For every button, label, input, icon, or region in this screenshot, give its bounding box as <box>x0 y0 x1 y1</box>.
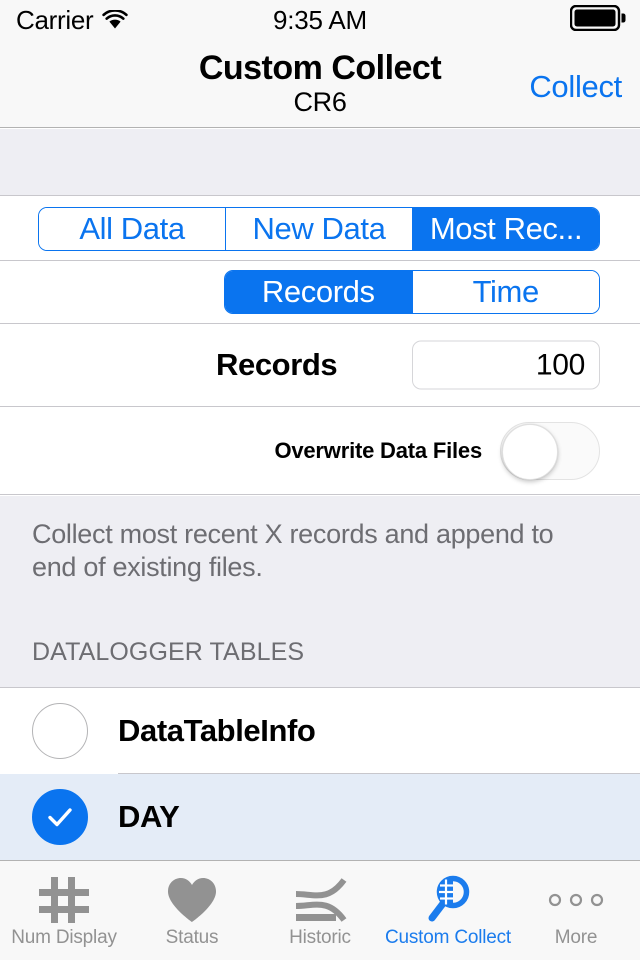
page-title: Custom Collect <box>198 49 442 88</box>
tab-more[interactable]: More <box>512 861 640 960</box>
datalogger-tables-list: DataTableInfo DAY <box>0 687 640 860</box>
hash-grid-icon <box>33 876 95 923</box>
top-spacer-section <box>0 129 640 196</box>
tab-label: Num Display <box>11 926 117 948</box>
tab-status[interactable]: Status <box>128 861 256 960</box>
collect-unit-segmented-control[interactable]: Records Time <box>224 270 600 314</box>
tab-label: Historic <box>289 926 351 948</box>
magnifier-grid-icon <box>417 875 479 923</box>
segment-most-recent[interactable]: Most Rec... <box>413 208 599 250</box>
collect-button[interactable]: Collect <box>529 68 622 104</box>
checkbox-unchecked-icon[interactable] <box>32 703 88 759</box>
settings-group: All Data New Data Most Rec... Records Ti… <box>0 197 640 496</box>
navigation-bar: Custom Collect CR6 Collect <box>0 40 640 128</box>
tab-num-display[interactable]: Num Display <box>0 861 128 960</box>
three-dots-icon <box>545 877 607 923</box>
crossing-lines-chart-icon <box>289 877 351 923</box>
collect-mode-row: All Data New Data Most Rec... <box>0 197 640 261</box>
tab-bar: Num Display Status Historic Custom Colle… <box>0 860 640 960</box>
tab-historic[interactable]: Historic <box>256 861 384 960</box>
tab-label: More <box>554 926 598 948</box>
datalogger-tables-header: DATALOGGER TABLES <box>32 638 305 666</box>
heart-icon <box>161 877 223 923</box>
tab-custom-collect[interactable]: Custom Collect <box>384 861 512 960</box>
segment-all-data[interactable]: All Data <box>39 208 226 250</box>
records-row: Records 100 <box>0 324 640 407</box>
collect-mode-segmented-control[interactable]: All Data New Data Most Rec... <box>38 207 600 251</box>
description-text: Collect most recent X records and append… <box>32 519 554 583</box>
segment-records[interactable]: Records <box>225 271 413 313</box>
segment-time[interactable]: Time <box>412 271 599 313</box>
status-bar-right <box>569 0 626 40</box>
overwrite-data-files-toggle[interactable] <box>500 421 600 480</box>
table-row-label: DataTableInfo <box>118 713 316 748</box>
overwrite-data-files-label: Overwrite Data Files <box>274 437 482 463</box>
tab-label: Custom Collect <box>384 926 512 948</box>
table-row-label: DAY <box>118 799 180 834</box>
segment-new-data[interactable]: New Data <box>226 208 413 250</box>
records-label: Records <box>216 347 338 382</box>
tab-label: Status <box>165 926 219 948</box>
table-row[interactable]: DAY <box>0 774 640 860</box>
page-subtitle: CR6 <box>293 87 347 118</box>
overwrite-data-files-row: Overwrite Data Files <box>0 407 640 495</box>
battery-full-icon <box>569 4 626 36</box>
checkbox-checked-icon[interactable] <box>32 789 88 845</box>
description-section: Collect most recent X records and append… <box>0 496 640 687</box>
status-bar: Carrier 9:35 AM <box>0 0 640 40</box>
table-row[interactable]: DataTableInfo <box>0 688 640 774</box>
status-bar-time: 9:35 AM <box>273 4 367 35</box>
toggle-knob <box>502 423 558 480</box>
collect-unit-row: Records Time <box>0 261 640 324</box>
app-screen: Carrier 9:35 AM Custom Collect CR6 Colle… <box>0 0 640 960</box>
records-input[interactable]: 100 <box>412 340 600 390</box>
